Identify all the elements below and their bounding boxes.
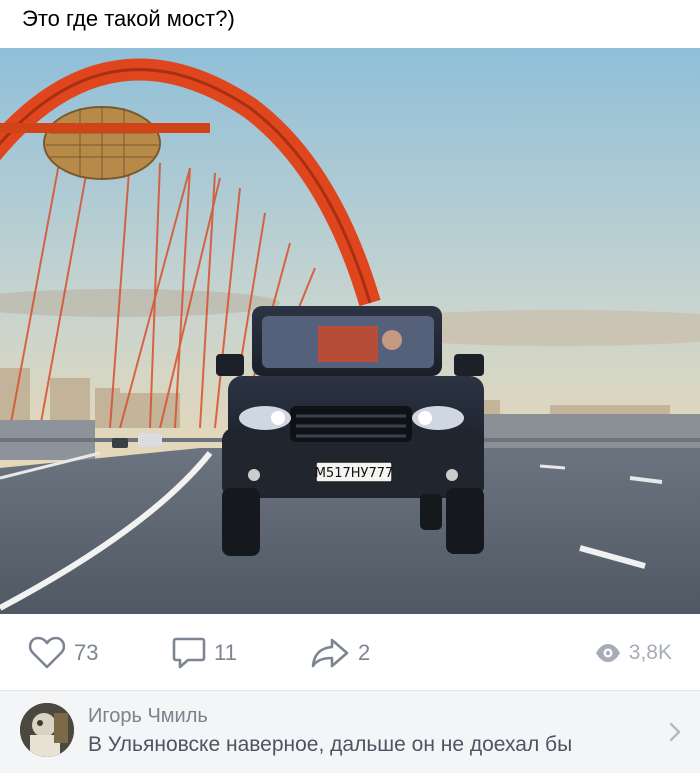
shares-count: 2 [358,640,371,665]
post-photo[interactable]: М517НУ777 [0,48,700,614]
share-arrow-icon [311,638,349,668]
post-text: Это где такой мост?) [22,6,235,31]
avatar-image [20,703,74,757]
license-plate: М517НУ777 [315,466,394,481]
views-count: 3,8K [628,641,672,664]
chevron-right-icon[interactable] [668,721,682,743]
likes-count: 73 [74,640,99,665]
comments-count: 11 [214,640,237,665]
photo-illustration: М517НУ777 [0,48,700,614]
avatar[interactable] [20,703,74,757]
comment-item[interactable]: Игорь Чмиль В Ульяновске наверное, дальш… [0,690,700,773]
eye-icon [595,644,620,662]
views-counter: 3,8K [595,636,672,670]
comment-icon [172,637,206,669]
heart-icon [28,636,66,669]
share-button[interactable]: 2 [310,636,370,670]
like-button[interactable]: 73 [28,636,98,670]
comment-author[interactable]: Игорь Чмиль [88,705,208,728]
comment-button[interactable]: 11 [172,636,237,670]
comment-text: В Ульяновске наверное, дальше он не доех… [88,733,573,756]
post-actions: 73 11 2 3,8K [0,614,700,690]
